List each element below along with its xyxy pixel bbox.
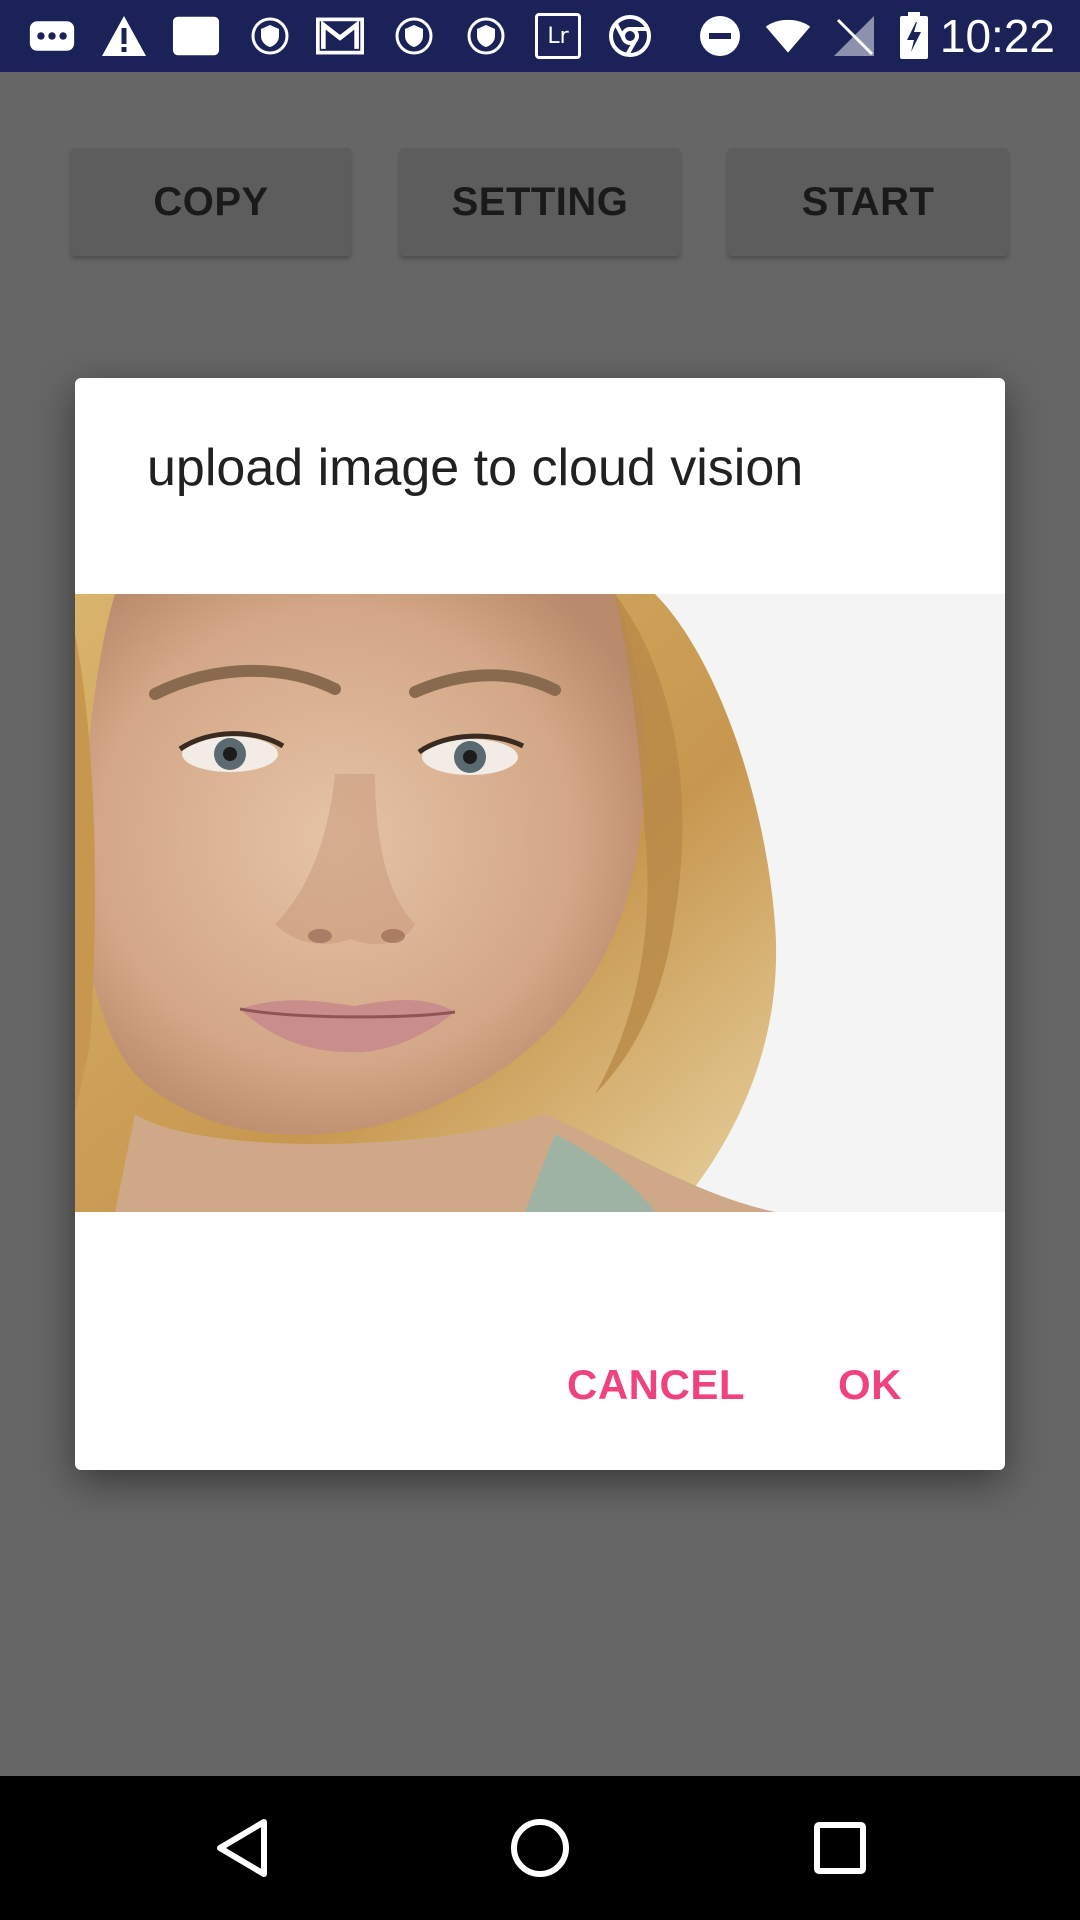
copy-button[interactable]: COPY [71, 148, 351, 256]
preview-image [75, 594, 1005, 1212]
battery-charging-icon [890, 12, 938, 60]
shield-icon [246, 12, 294, 60]
shield-icon [462, 12, 510, 60]
dialog-actions: CANCEL OK [75, 1300, 1005, 1470]
upload-dialog: upload image to cloud vision CANCEL OK [75, 378, 1005, 1470]
setting-button[interactable]: SETTING [400, 148, 680, 256]
chat-icon [28, 12, 76, 60]
wifi-icon [764, 12, 812, 60]
back-icon[interactable] [206, 1812, 278, 1884]
status-bar: Lr 10:22 [0, 0, 1080, 72]
ok-button[interactable]: OK [833, 1350, 907, 1420]
dialog-title: upload image to cloud vision [147, 439, 804, 497]
navigation-bar [0, 1776, 1080, 1920]
clock: 10:22 [939, 10, 1055, 62]
home-icon[interactable] [504, 1812, 576, 1884]
start-button[interactable]: START [728, 148, 1008, 256]
image-icon [172, 12, 220, 60]
shield-icon [390, 12, 438, 60]
cancel-button[interactable]: CANCEL [563, 1350, 749, 1420]
warning-icon [100, 12, 148, 60]
lightroom-icon: Lr [534, 12, 582, 60]
recents-icon[interactable] [804, 1812, 876, 1884]
gmail-icon [316, 12, 364, 60]
lightroom-label: Lr [535, 13, 581, 59]
no-signal-icon [830, 12, 878, 60]
chrome-icon [606, 12, 654, 60]
do-not-disturb-icon [696, 12, 744, 60]
